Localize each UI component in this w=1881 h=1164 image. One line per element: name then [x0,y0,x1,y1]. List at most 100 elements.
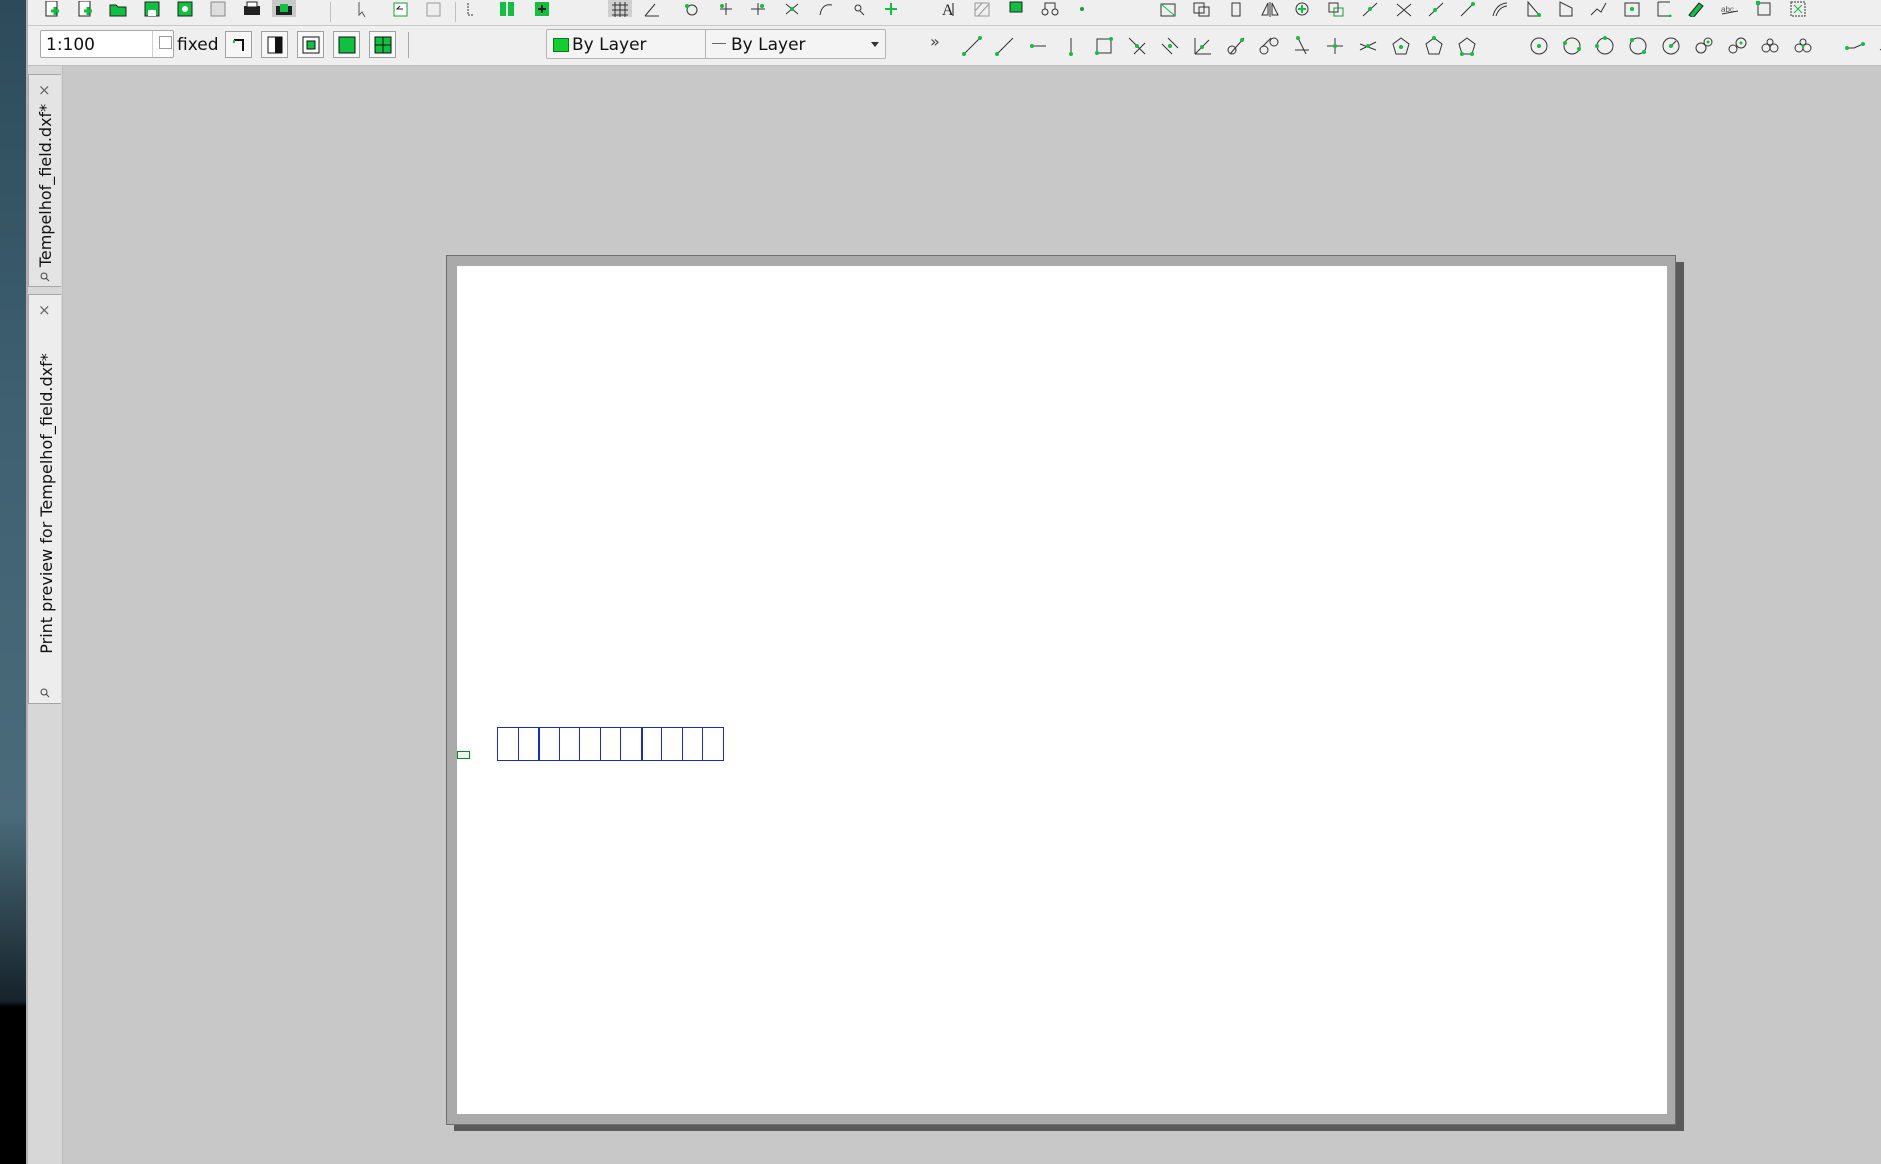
new-template-icon[interactable] [73,0,97,17]
rotate-icon[interactable] [680,0,704,17]
black-white-button[interactable] [261,31,288,58]
modify-attributes-icon[interactable] [1684,0,1708,17]
move-rotate-icon[interactable] [746,0,770,17]
circle-inscribed-icon[interactable] [1757,33,1783,59]
modify-explode-icon[interactable] [1652,0,1676,17]
document-icon [40,272,50,282]
modify-trim-icon[interactable] [1358,0,1382,17]
line-angle-relative-icon[interactable] [1190,33,1216,59]
save-as-icon[interactable] [173,0,197,17]
svg-text:A: A [942,2,954,17]
circle-2points-icon[interactable] [1559,33,1585,59]
polyline-edit-icon[interactable] [1875,33,1881,59]
modify-round-icon[interactable] [1620,0,1644,17]
circle-tangent-multi-icon[interactable] [1790,33,1816,59]
select-icon[interactable] [350,0,374,17]
circle-tangent2-icon[interactable] [1691,33,1717,59]
modify-chamfer-icon[interactable] [1488,0,1512,17]
line-perpendicular-icon[interactable] [1322,33,1348,59]
modify-break-icon[interactable] [1456,0,1480,17]
modify-stretch-icon[interactable] [1554,0,1578,17]
circle-tangent-icon[interactable] [1658,33,1684,59]
modify-extend-icon[interactable] [1424,0,1448,17]
modify-fillet-icon[interactable] [1522,0,1546,17]
modify-copy-icon[interactable] [1190,0,1214,17]
rectangle-icon[interactable] [1091,33,1117,59]
new-icon[interactable] [40,0,64,17]
block-icon[interactable] [1038,0,1062,17]
print-icon[interactable] [240,0,264,17]
modify-mirror-icon[interactable] [1258,0,1282,17]
hatch-icon[interactable] [970,0,994,17]
line-vertical-icon[interactable] [1058,33,1084,59]
close-icon[interactable]: × [38,301,51,319]
close-icon[interactable]: × [38,81,51,99]
snap-endpoint-icon[interactable] [530,0,554,17]
drawing-field-cells[interactable] [497,727,724,761]
circle-radius-icon[interactable] [1625,33,1651,59]
line-tangent2-icon[interactable] [1256,33,1282,59]
separator [408,32,409,58]
snap-free-icon[interactable] [460,0,484,17]
circle-3points-icon[interactable] [1592,33,1618,59]
modify-rotate-icon[interactable] [1224,0,1248,17]
center-button[interactable] [297,31,324,58]
modify-trim2-icon[interactable] [1392,0,1416,17]
tab-label: Tempelhof_field.dxf* [36,103,56,267]
modify-delete-icon[interactable] [1786,0,1810,17]
line-horizontal-icon[interactable] [1025,33,1051,59]
save-icon[interactable] [140,0,164,17]
drawing-cell [497,727,519,761]
polyline-icon[interactable] [1842,33,1868,59]
scale-combo[interactable]: 1:100 [40,30,174,58]
redo-icon[interactable] [422,0,446,17]
desktop-background-strip [0,0,26,1164]
modify-bevel-icon[interactable] [1586,0,1610,17]
line-parallel-icon[interactable] [1157,33,1183,59]
undo-icon[interactable] [389,0,413,17]
tiles-icon [374,36,391,53]
linetype-combo[interactable]: By Layer [705,29,886,59]
tiles-button[interactable] [369,31,396,58]
polygon-center-icon[interactable] [1388,33,1414,59]
print-paper[interactable] [457,266,1667,1114]
move-icon[interactable] [714,0,738,17]
line-relative-angle-icon[interactable] [1355,33,1381,59]
polygon-2points-icon[interactable] [1454,33,1480,59]
print-preview-icon[interactable] [272,0,296,17]
line-orthogonal-icon[interactable] [1289,33,1315,59]
snap-icon[interactable] [640,0,664,17]
color-combo[interactable]: By Layer [546,29,731,59]
fixed-checkbox[interactable] [159,36,172,49]
open-icon[interactable] [106,0,130,17]
fit-to-page-button[interactable] [225,31,252,58]
save-all-icon[interactable] [206,0,230,17]
tab-tempelhof-field[interactable]: × Tempelhof_field.dxf* [28,74,61,287]
drawing-cell [702,727,724,761]
line-bisector-icon[interactable] [1124,33,1150,59]
pan-icon[interactable] [879,0,903,17]
polygon-corner-icon[interactable] [1421,33,1447,59]
modify-scale-icon[interactable] [1290,0,1314,17]
tab-print-preview[interactable]: × Print preview for Tempelhof_field.dxf* [28,294,61,704]
image-icon[interactable] [1004,0,1028,17]
modify-move-icon[interactable] [1156,0,1180,17]
line-angle-icon[interactable] [992,33,1018,59]
mirror-icon[interactable] [814,0,838,17]
line-tangent-icon[interactable] [1223,33,1249,59]
modify-offset-icon[interactable] [1324,0,1348,17]
circle-center-icon[interactable] [1526,33,1552,59]
line-2points-icon[interactable] [959,33,985,59]
circle-tangent3-icon[interactable] [1724,33,1750,59]
scale-icon[interactable] [780,0,804,17]
snap-grid-icon[interactable] [495,0,519,17]
zoom-icon[interactable] [848,0,872,17]
toolbar-overflow-button[interactable]: » [930,32,940,51]
grid-icon[interactable] [608,0,632,17]
point-icon[interactable] [1070,0,1094,17]
fit-button[interactable] [333,31,360,58]
modify-text-icon[interactable]: abc [1718,0,1742,17]
text-icon[interactable]: A [936,0,960,17]
modify-properties-icon[interactable] [1752,0,1776,17]
drawing-cell [558,727,580,761]
